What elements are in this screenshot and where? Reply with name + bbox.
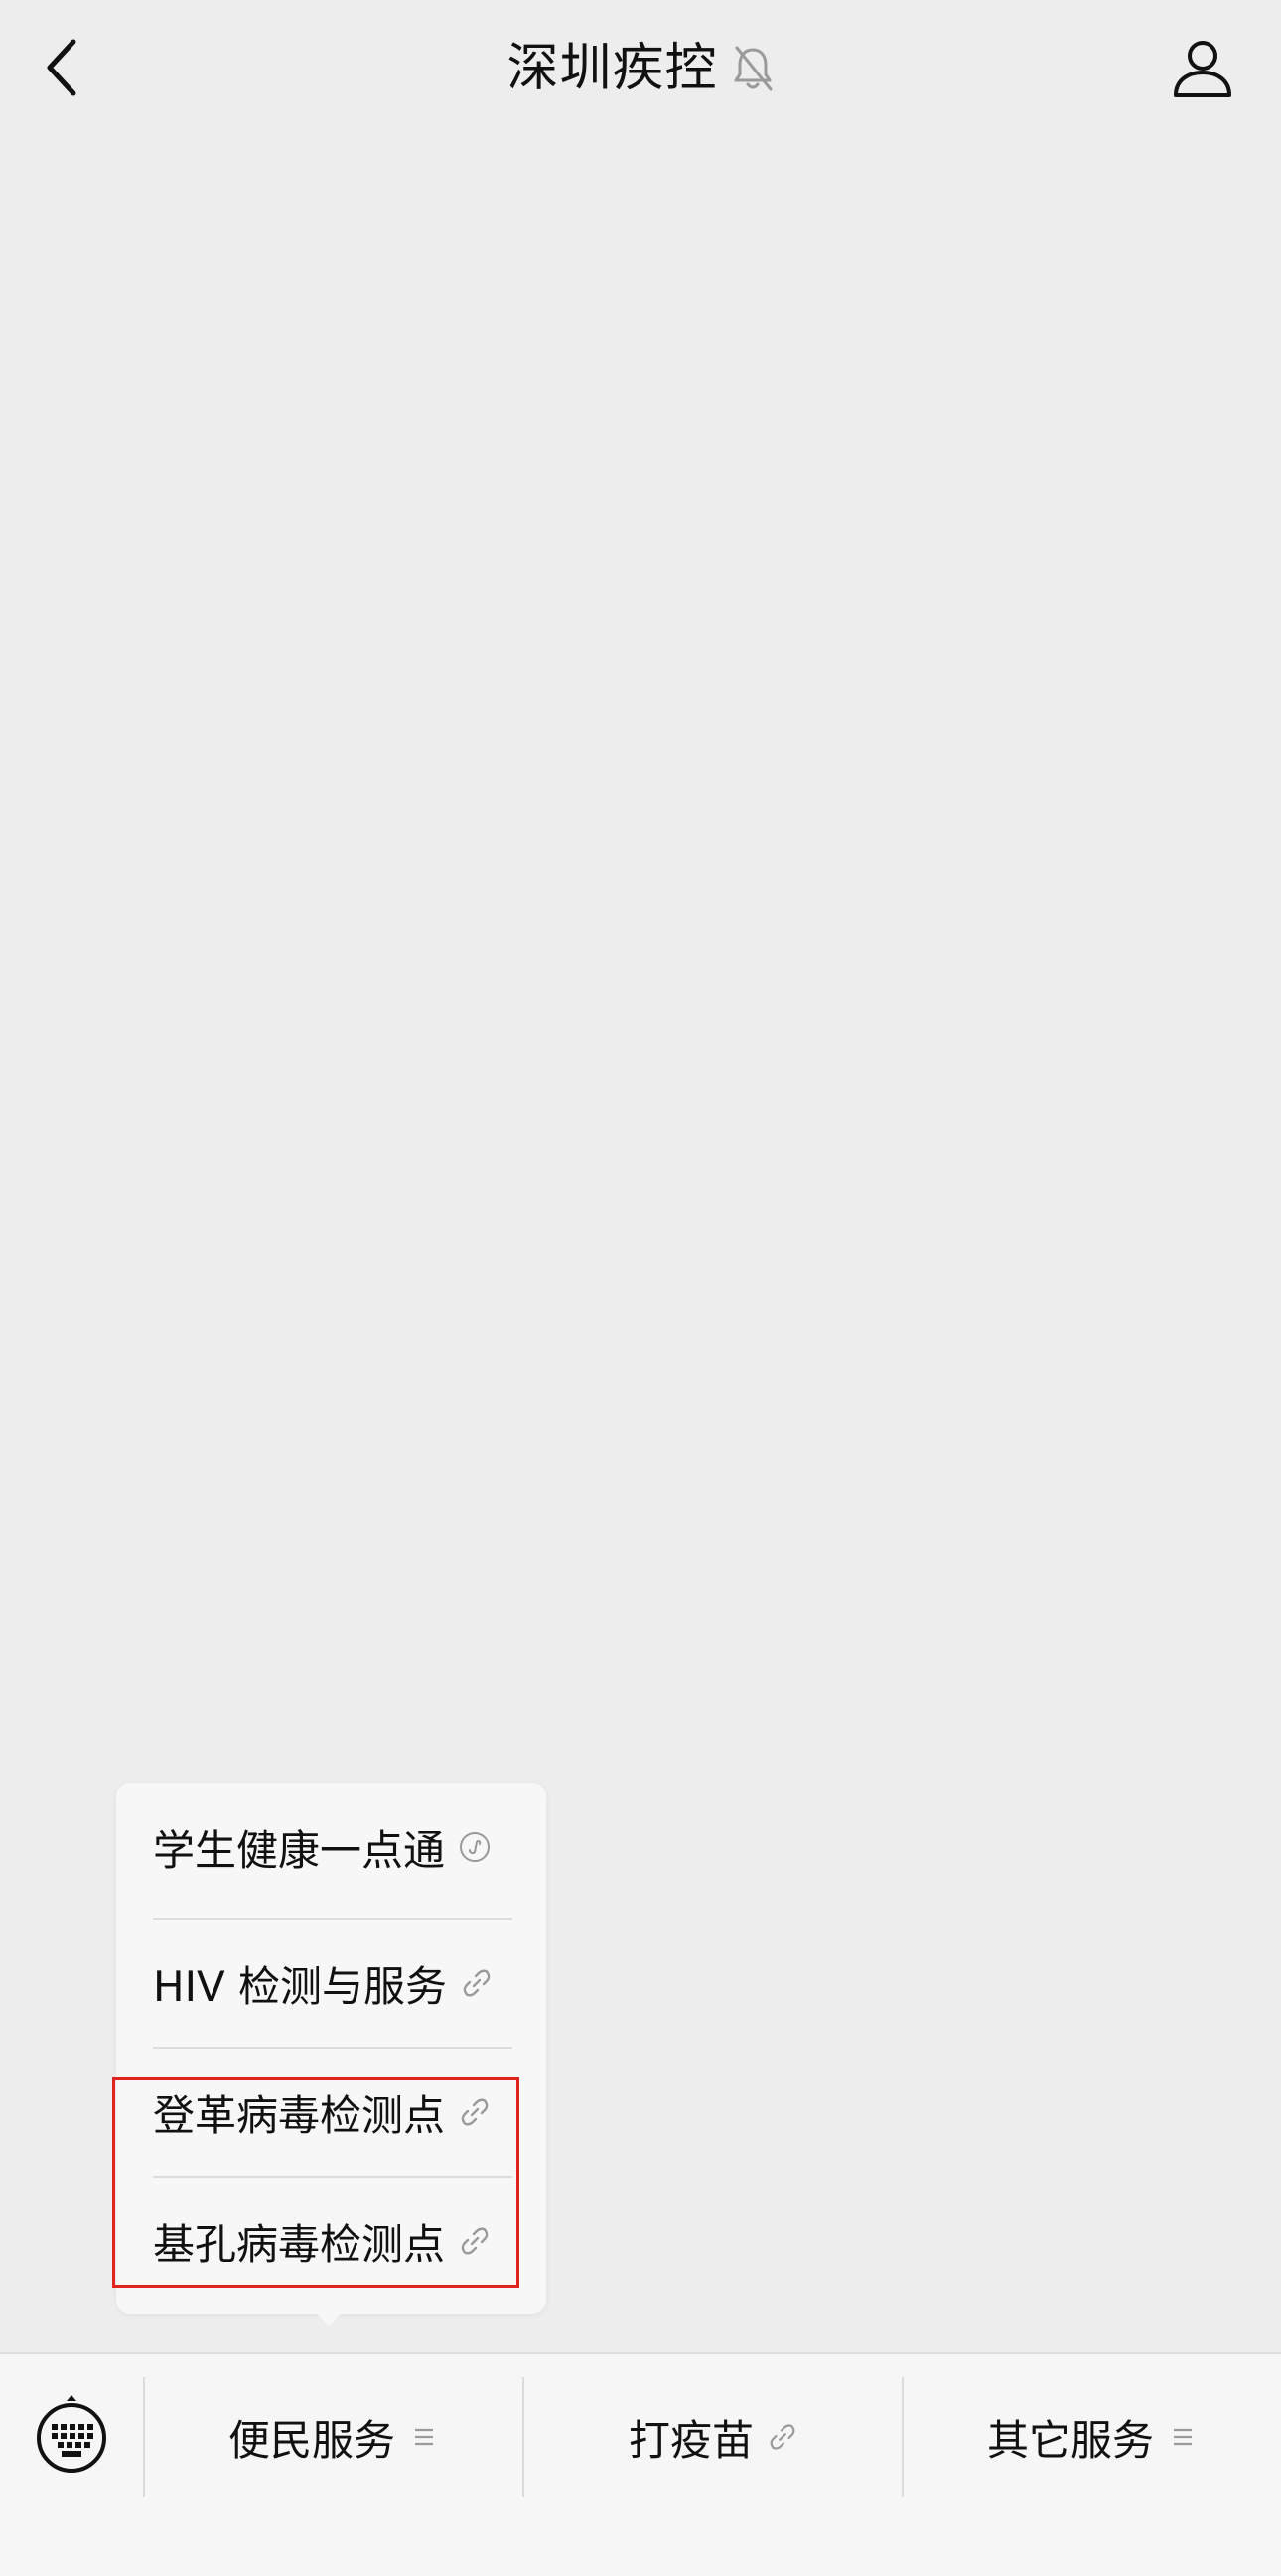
popup-item-label: 学生健康一点通 [153,1825,446,1875]
menu-tab-other-services[interactable]: 其它服务 [904,2389,1281,2485]
page-title: 深圳疾控 [506,39,718,98]
menu-tab-convenience-services[interactable]: 便民服务 [145,2389,522,2485]
mini-program-icon [460,1832,491,1862]
popup-item-hiv-testing[interactable]: HIV 检测与服务 [153,1919,512,2048]
title-group: 深圳疾控 [0,34,1281,103]
popup-item-student-health[interactable]: 学生健康一点通 [153,1783,512,1912]
menu-tab-label: 其它服务 [986,2415,1154,2465]
menu-lines-icon [1174,2428,1192,2446]
popup-pointer [315,2312,343,2326]
keyboard-icon[interactable] [36,2393,107,2475]
person-icon[interactable] [1170,36,1235,101]
popup-item-label: HIV 检测与服务 [153,1961,448,2011]
bottom-menu-bar: 便民服务 打疫苗 其它服务 [0,2352,1281,2576]
bell-muted-icon [734,46,773,91]
highlight-box-testing-points [112,2077,519,2288]
link-icon [463,1969,491,1997]
menu-tab-label: 便民服务 [227,2415,395,2465]
top-navigation-bar: 深圳疾控 [0,0,1281,139]
menu-tab-label: 打疫苗 [628,2415,754,2465]
official-account-chat-screen: 深圳疾控 学生健康一点通 HIV 检测与服务 登革病毒检测点 基孔病毒检测点 便… [0,0,1281,2576]
link-icon [770,2424,795,2450]
menu-tab-get-vaccinated[interactable]: 打疫苗 [524,2389,902,2485]
menu-lines-icon [415,2428,433,2446]
